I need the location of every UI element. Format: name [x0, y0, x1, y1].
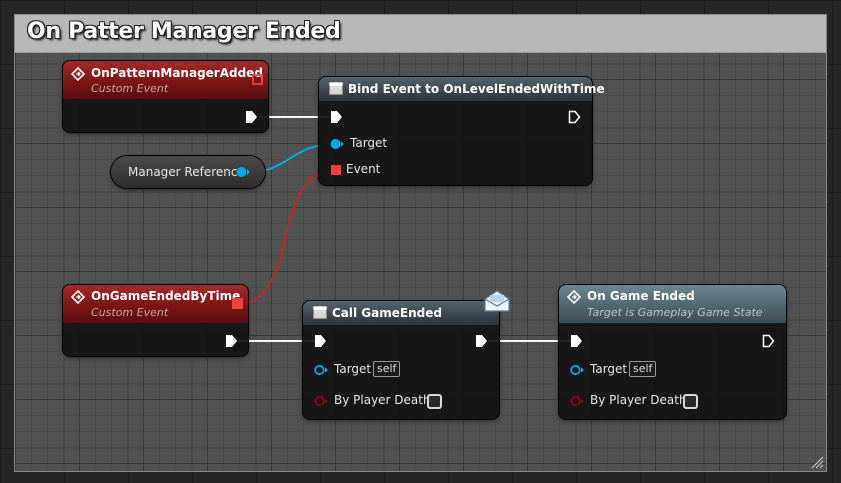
by-player-death-checkbox[interactable]	[683, 394, 698, 409]
node-on-pattern-manager-added[interactable]: OnPatternManagerAdded Custom Event	[63, 61, 268, 132]
by-player-death-label: By Player Death	[590, 393, 687, 407]
target-input-pin-icon[interactable]	[570, 364, 584, 376]
exec-output-pin-icon[interactable]	[245, 110, 258, 124]
node-on-game-ended-by-time[interactable]: OnGameEndedByTime Custom Event	[63, 285, 248, 356]
event-diamond-icon	[71, 290, 85, 304]
function-icon	[313, 306, 327, 319]
variable-label: Manager Reference	[128, 165, 245, 179]
delegate-output-pin-icon[interactable]	[232, 298, 243, 309]
node-title: On Game Ended	[587, 289, 695, 303]
target-pin-label: Target	[334, 362, 372, 376]
by-player-death-label: By Player Death	[334, 393, 431, 407]
event-pin-label: Event	[346, 162, 381, 176]
target-default-value[interactable]: self	[373, 361, 401, 377]
event-diamond-icon	[567, 290, 581, 304]
exec-input-pin-icon[interactable]	[570, 334, 583, 348]
node-on-game-ended[interactable]: On Game Ended Target is Gameplay Game St…	[559, 285, 786, 419]
event-input-pin-icon[interactable]	[331, 165, 341, 175]
target-pin-label: Target	[350, 136, 388, 150]
exec-output-pin-icon[interactable]	[762, 334, 775, 348]
target-pin-label: Target	[590, 362, 628, 376]
node-call-game-ended[interactable]: Call GameEnded Target self By Player Dea…	[303, 290, 510, 419]
exec-output-pin-icon[interactable]	[568, 110, 581, 124]
target-input-pin-icon[interactable]	[314, 364, 328, 376]
node-title: OnPatternManagerAdded	[91, 66, 263, 80]
node-subtitle: Custom Event	[91, 82, 169, 95]
exec-output-pin-icon[interactable]	[475, 334, 488, 348]
bool-input-pin-icon[interactable]	[570, 395, 584, 407]
bool-input-pin-icon[interactable]	[314, 395, 328, 407]
target-input-pin-icon[interactable]	[330, 138, 344, 150]
exec-input-pin-icon[interactable]	[314, 334, 327, 348]
exec-output-pin-icon[interactable]	[225, 334, 238, 348]
object-output-pin-icon[interactable]	[236, 166, 250, 178]
node-manager-reference[interactable]: Manager Reference	[111, 156, 265, 188]
node-title: Call GameEnded	[332, 306, 442, 320]
delegate-wire-event-to-ended	[237, 169, 337, 305]
node-subtitle: Target is Gameplay Game State	[587, 306, 763, 319]
node-subtitle: Custom Event	[91, 306, 169, 319]
function-icon	[329, 82, 343, 95]
event-diamond-icon	[71, 67, 85, 81]
node-title: OnGameEndedByTime	[91, 289, 241, 303]
delegate-output-pin-icon[interactable]	[252, 74, 263, 85]
target-default-value[interactable]: self	[629, 361, 657, 377]
by-player-death-checkbox[interactable]	[427, 394, 442, 409]
node-bind-event[interactable]: Bind Event to OnLevelEndedWithTime Targe…	[319, 77, 605, 185]
node-title: Bind Event to OnLevelEndedWithTime	[348, 82, 605, 96]
exec-input-pin-icon[interactable]	[330, 110, 343, 124]
envelope-icon	[484, 290, 510, 312]
